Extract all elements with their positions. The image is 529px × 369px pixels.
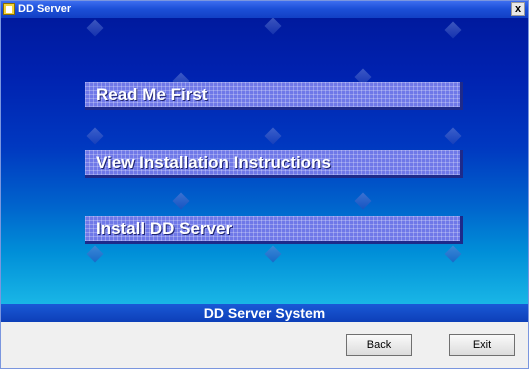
- install-dd-server-button[interactable]: Install DD Server: [85, 216, 463, 244]
- decorative-diamond-icon: [444, 127, 462, 145]
- decorative-diamond-icon: [86, 127, 104, 145]
- read-me-first-button[interactable]: Read Me First: [85, 82, 463, 110]
- decorative-diamond-icon: [444, 21, 462, 39]
- title-bar: DD Server x: [1, 1, 528, 18]
- decorative-diamond-icon: [444, 245, 462, 263]
- footer-banner: DD Server System: [1, 304, 528, 322]
- window-title: DD Server: [18, 3, 72, 15]
- installer-window: DD Server x Read Me First View Installat…: [0, 0, 529, 369]
- decorative-diamond-icon: [354, 192, 372, 210]
- menu-stage: Read Me First View Installation Instruct…: [1, 18, 528, 304]
- decorative-diamond-icon: [86, 245, 104, 263]
- decorative-diamond-icon: [264, 127, 282, 145]
- view-installation-instructions-button[interactable]: View Installation Instructions: [85, 150, 463, 178]
- button-bar: Back Exit: [1, 322, 528, 368]
- app-icon: [3, 3, 15, 15]
- close-button[interactable]: x: [511, 2, 525, 16]
- decorative-diamond-icon: [264, 245, 282, 263]
- back-button[interactable]: Back: [346, 334, 412, 356]
- decorative-diamond-icon: [86, 19, 104, 37]
- exit-button[interactable]: Exit: [449, 334, 515, 356]
- decorative-diamond-icon: [264, 18, 282, 35]
- decorative-diamond-icon: [172, 192, 190, 210]
